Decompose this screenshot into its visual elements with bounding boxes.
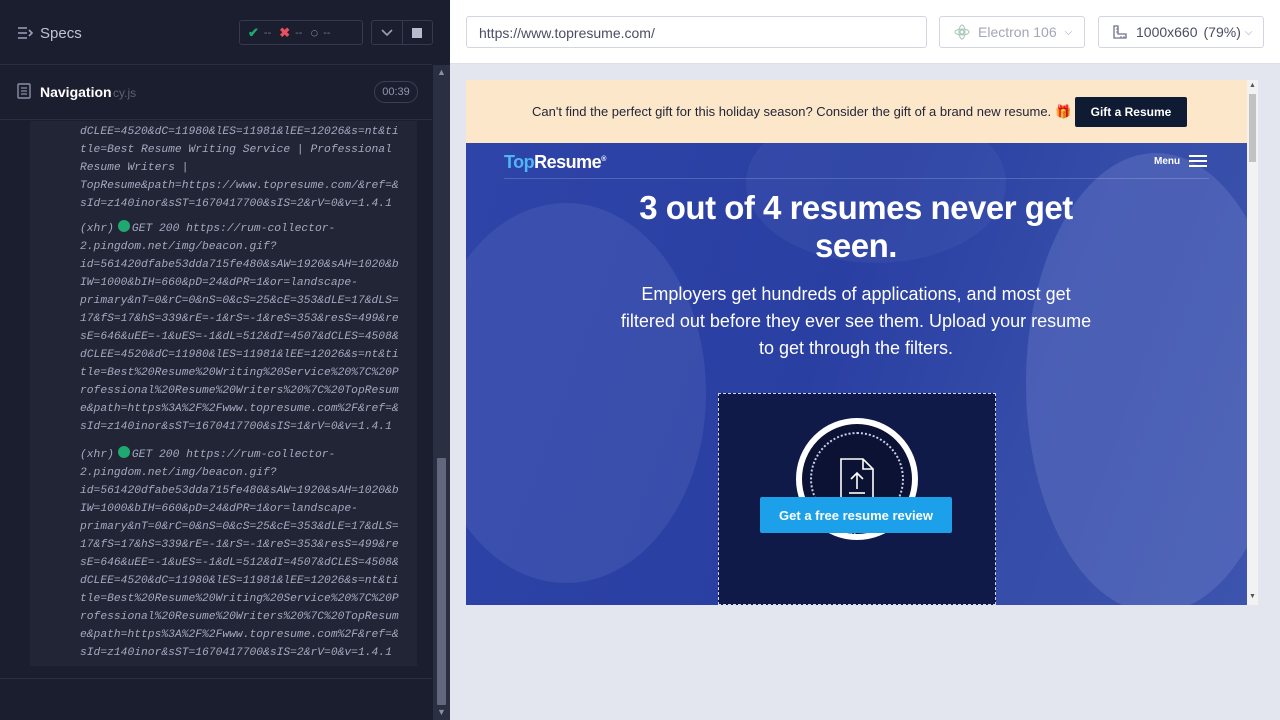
menu-button[interactable]: Menu (1154, 154, 1208, 168)
specs-header: Specs ✔ -- ✖ -- ◌ -- (0, 0, 433, 65)
electron-icon (954, 24, 970, 40)
passed-stat: ✔ -- (248, 25, 271, 41)
promo-text: Can't find the perfect gift for this hol… (532, 104, 1072, 119)
viewport-size: 1000x660 (1136, 24, 1198, 40)
gift-resume-button[interactable]: Gift a Resume (1075, 97, 1187, 127)
log-entry[interactable]: dCLEE=4520&dC=11980&lES=11981&lEE=12026&… (80, 123, 415, 213)
x-icon: ✖ (279, 24, 291, 40)
ruler-icon (1113, 25, 1127, 39)
stop-icon (412, 27, 423, 38)
check-icon: ✔ (248, 24, 259, 40)
spinner-icon: ◌ (310, 25, 319, 40)
document-icon (17, 83, 31, 104)
browser-selector[interactable]: Electron 106 ⌵ (939, 16, 1085, 48)
log-entry-kind: (xhr) (80, 449, 114, 461)
status-dot-icon (117, 220, 130, 232)
chevron-down-icon (381, 28, 393, 36)
url-bar[interactable]: https://www.topresume.com/ (466, 16, 927, 48)
hero-headline: 3 out of 4 resumes never get seen. (639, 189, 1073, 264)
spec-file: cy.js (113, 86, 137, 100)
menu-lines-icon[interactable] (17, 26, 34, 45)
test-title: Navigation (40, 84, 112, 100)
test-stats: ✔ -- ✖ -- ◌ -- (239, 20, 363, 45)
specs-label[interactable]: Specs (40, 25, 82, 42)
test-row[interactable]: Navigation cy.js 00:39 (0, 66, 432, 120)
scroll-down-icon[interactable]: ▼ (1249, 593, 1256, 600)
passed-count: -- (263, 26, 272, 39)
log-entry[interactable]: (xhr) GET 200 https://rum-collector- 2.pi… (80, 220, 415, 436)
divider (504, 178, 1209, 179)
duration-badge: 00:39 (374, 81, 418, 103)
scroll-thumb[interactable] (1249, 94, 1256, 162)
log-entry-text: dCLEE=4520&dC=11980&lES=11981&lEE=12026&… (80, 126, 399, 210)
iframe-scrollbar[interactable]: ▲ ▼ (1247, 80, 1258, 605)
status-dot-icon (117, 446, 130, 458)
divider (0, 678, 432, 679)
pending-stat: ◌ -- (310, 25, 330, 40)
log-entry[interactable]: (xhr) GET 200 https://rum-collector- 2.pi… (80, 446, 415, 662)
log-entry-text: 2.pingdom.net/img/beacon.gif? id=561420d… (80, 467, 399, 659)
scroll-down-icon[interactable]: ▼ (437, 707, 446, 717)
log-entry-kind: (xhr) (80, 223, 114, 235)
promo-banner: Can't find the perfect gift for this hol… (466, 80, 1247, 143)
upload-file-icon (840, 458, 874, 500)
browser-label: Electron 106 (978, 24, 1057, 40)
run-controls (371, 20, 433, 45)
stop-button[interactable] (401, 21, 432, 44)
topresume-logo[interactable]: TopResume® (504, 152, 606, 173)
failed-count: -- (295, 26, 303, 39)
viewport-selector[interactable]: 1000x660 (79%) ⌵ (1098, 16, 1264, 48)
hamburger-icon (1189, 155, 1208, 167)
scroll-up-icon[interactable]: ▲ (1249, 82, 1256, 89)
chevron-down-icon: ⌄ (848, 525, 859, 539)
scroll-thumb[interactable] (437, 458, 446, 705)
aut-toolbar: https://www.topresume.com/ Electron 106 … (450, 0, 1280, 64)
scroll-up-icon[interactable]: ▲ (437, 67, 446, 77)
zoom-level: (79%) (1203, 24, 1241, 40)
pending-count: -- (323, 26, 331, 39)
chevron-down-icon: ⌵ (1064, 26, 1073, 38)
log-entry-text: 2.pingdom.net/img/beacon.gif? id=561420d… (80, 241, 399, 433)
log-entry-method: GET 200 https://rum-collector- (131, 449, 336, 461)
chevron-down-button[interactable] (372, 21, 402, 44)
aut-iframe: Can't find the perfect gift for this hol… (466, 80, 1258, 605)
hero-subhead: Employers get hundreds of applications, … (620, 284, 1092, 358)
gift-icon: 🎁 (1055, 104, 1072, 119)
menu-label: Menu (1154, 155, 1181, 167)
command-log: dCLEE=4520&dC=11980&lES=11981&lEE=12026&… (30, 121, 417, 666)
log-entry-method: GET 200 https://rum-collector- (131, 223, 336, 235)
log-scrollbar[interactable]: ▲ ▼ (433, 65, 450, 720)
failed-stat: ✖ -- (279, 25, 302, 41)
chevron-down-icon: ⌵ (1244, 26, 1253, 38)
reporter-panel: Specs ✔ -- ✖ -- ◌ -- Navigation cy.js 00… (0, 0, 450, 720)
